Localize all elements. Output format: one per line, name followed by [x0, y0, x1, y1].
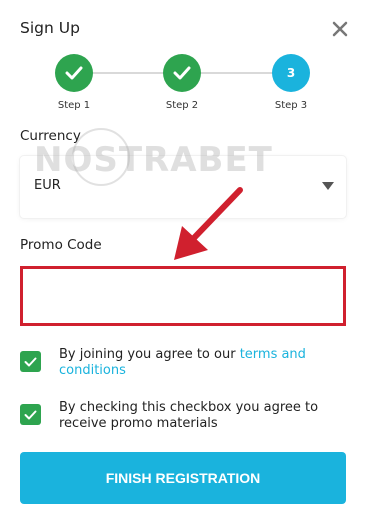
step-3-label: Step 3	[274, 100, 308, 111]
page-title: Sign Up	[20, 19, 80, 37]
step-1-indicator	[55, 54, 93, 92]
terms-agreement-text: By joining you agree to our terms and co…	[59, 347, 339, 379]
promo-code-field[interactable]	[20, 266, 346, 326]
chevron-down-icon	[322, 182, 334, 190]
step-2-indicator	[163, 54, 201, 92]
step-3-indicator: 3	[272, 54, 310, 92]
promo-materials-checkbox[interactable]	[20, 404, 41, 425]
check-icon	[65, 66, 83, 80]
red-arrow-annotation	[174, 187, 243, 260]
step-2-label: Step 2	[165, 100, 199, 111]
check-icon	[173, 66, 191, 80]
finish-registration-button[interactable]: FINISH REGISTRATION	[20, 452, 346, 504]
terms-checkbox[interactable]	[20, 351, 41, 372]
close-button[interactable]	[331, 20, 349, 38]
step-1-label: Step 1	[57, 100, 91, 111]
watermark: NOSTRABET	[34, 140, 273, 180]
promo-code-label: Promo Code	[20, 237, 102, 253]
close-icon	[332, 21, 348, 37]
check-icon	[24, 410, 37, 419]
terms-text: By joining you agree to our	[59, 347, 240, 362]
check-icon	[24, 357, 37, 366]
promo-materials-text: By checking this checkbox you agree to r…	[59, 400, 319, 431]
currency-value: EUR	[34, 178, 61, 193]
promo-code-input[interactable]	[23, 269, 343, 323]
